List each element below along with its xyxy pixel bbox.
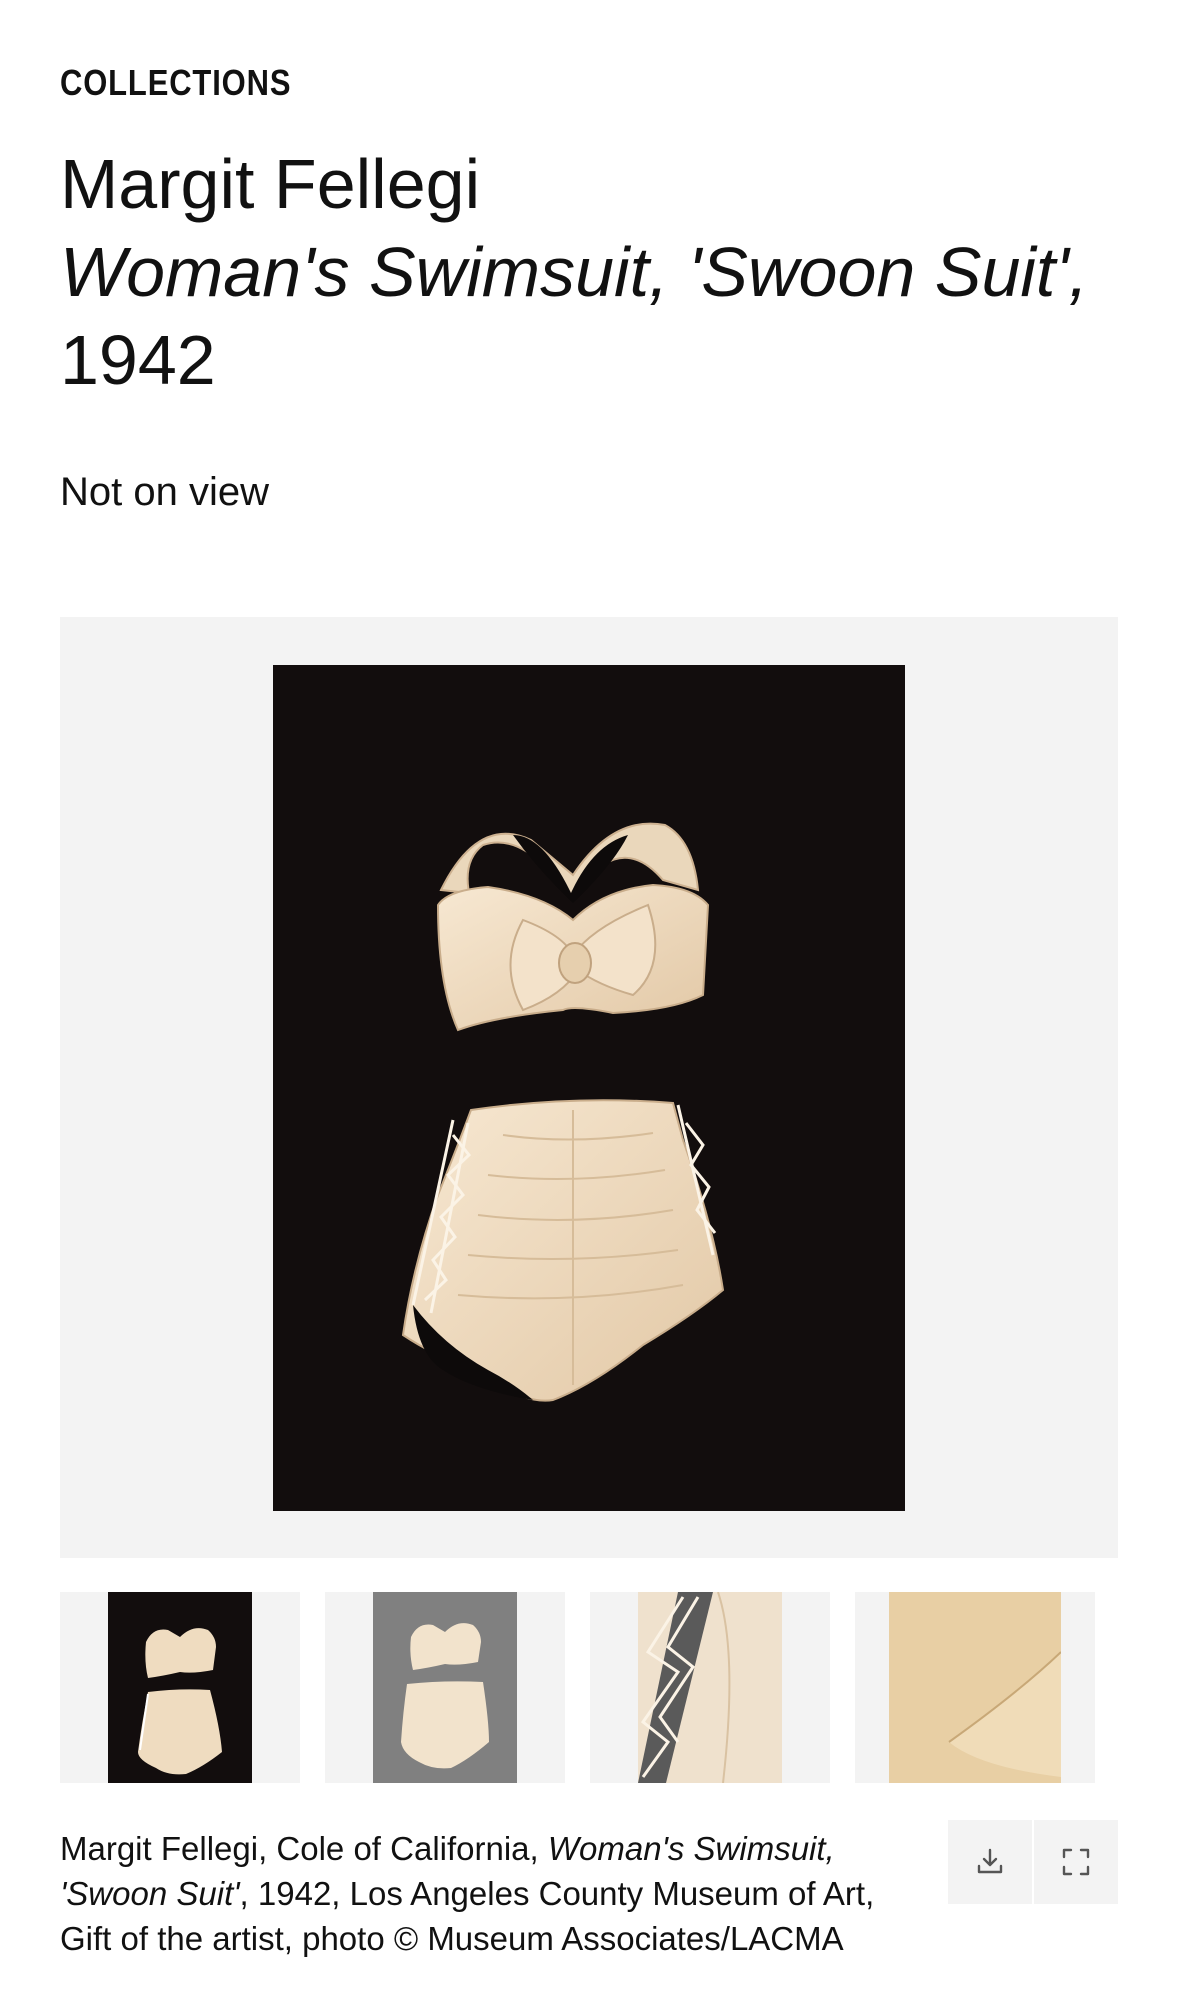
caption-credit: Margit Fellegi, Cole of California,	[60, 1830, 548, 1867]
view-status: Not on view	[60, 470, 269, 514]
download-button[interactable]	[948, 1820, 1032, 1904]
thumbnail-4[interactable]	[855, 1592, 1095, 1783]
image-caption: Margit Fellegi, Cole of California, Woma…	[60, 1826, 920, 1961]
caption-rights: Gift of the artist, photo © Museum Assoc…	[60, 1920, 844, 1957]
thumbnail-1[interactable]	[60, 1592, 300, 1783]
thumbnail-strip	[60, 1592, 1118, 1783]
artwork-year: 1942	[60, 321, 216, 399]
swimsuit-illustration	[401, 822, 725, 1402]
thumbnail-2-image	[401, 1623, 489, 1769]
caption-title-2: 'Swoon Suit'	[60, 1875, 240, 1912]
artist-name[interactable]: Margit Fellegi	[60, 140, 480, 228]
thumbnail-3-image	[638, 1592, 731, 1783]
fullscreen-icon	[1062, 1848, 1090, 1876]
thumbnail-1-image	[138, 1628, 222, 1775]
artwork-title: Woman's Swimsuit, 'Swoon Suit',	[60, 233, 1089, 311]
section-label[interactable]: COLLECTIONS	[60, 62, 291, 104]
thumbnail-4-image	[948, 1651, 1061, 1777]
caption-museum: , 1942, Los Angeles County Museum of Art…	[239, 1875, 875, 1912]
caption-title-1: Woman's Swimsuit,	[547, 1830, 835, 1867]
fullscreen-button[interactable]	[1034, 1820, 1118, 1904]
thumbnail-3[interactable]	[590, 1592, 830, 1783]
thumbnail-2[interactable]	[325, 1592, 565, 1783]
image-viewer[interactable]	[60, 617, 1118, 1558]
download-icon	[977, 1848, 1003, 1874]
main-artwork-image[interactable]	[273, 665, 905, 1511]
